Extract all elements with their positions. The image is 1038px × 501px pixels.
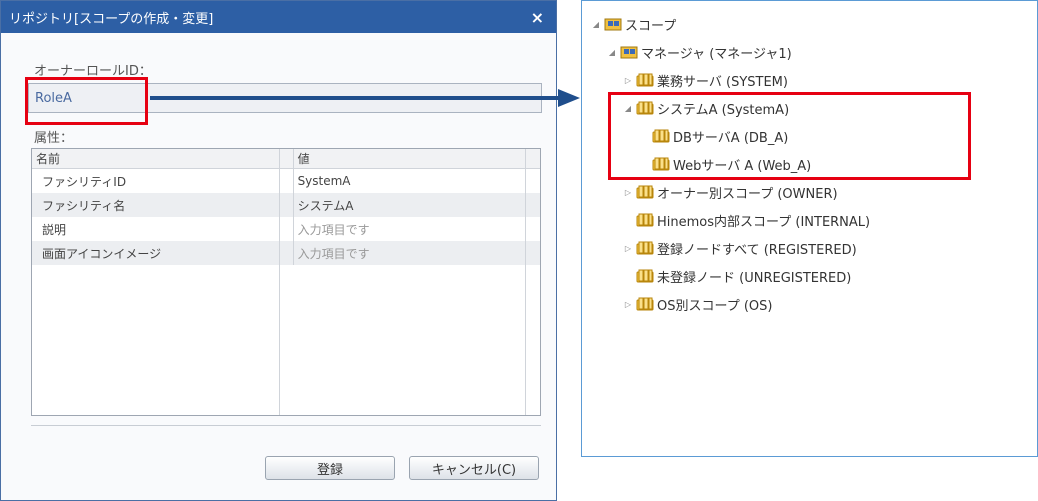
tree-node-label: オーナー別スコープ (OWNER): [657, 186, 838, 202]
row-value[interactable]: 入力項目です: [293, 217, 540, 241]
tree-node-label: 未登録ノード (UNREGISTERED): [657, 270, 852, 286]
row-value[interactable]: SystemA: [293, 169, 540, 194]
collapsed-toggle-icon[interactable]: ▷: [622, 300, 634, 309]
dialog-titlebar: リポジトリ[スコープの作成・変更] ×: [1, 1, 556, 33]
tree-node-label: OS別スコープ (OS): [657, 298, 773, 314]
row-value[interactable]: システムA: [293, 193, 540, 217]
tree-node-label: 登録ノードすべて (REGISTERED): [657, 242, 857, 258]
collapsed-toggle-icon[interactable]: ▷: [622, 76, 634, 85]
row-name: 説明: [32, 217, 294, 241]
row-name: ファシリティID: [32, 168, 294, 193]
scope-folder-icon: [634, 296, 657, 312]
scope-root-icon: [602, 16, 625, 32]
scope-folder-icon: [634, 212, 657, 228]
scope-folder-icon: [634, 268, 657, 284]
tree-node-label: マネージャ (マネージャ1): [641, 46, 792, 62]
scope-dialog: リポジトリ[スコープの作成・変更] × オーナーロールID： 属性： 名前 値 …: [0, 0, 557, 501]
scope-folder-icon: [634, 72, 657, 88]
manager-icon: [618, 44, 641, 60]
arrow-icon: [150, 89, 580, 107]
divider: [31, 425, 541, 426]
column-header-name[interactable]: 名前: [32, 149, 294, 169]
row-name: ファシリティ名: [32, 193, 294, 217]
collapsed-toggle-icon[interactable]: ▷: [622, 188, 634, 197]
table-row[interactable]: 説明 入力項目です: [32, 217, 540, 241]
expanded-toggle-icon[interactable]: ◢: [606, 48, 618, 57]
tree-node[interactable]: ▷ 業務サーバ (SYSTEM): [622, 70, 788, 90]
highlight-box-tree: [608, 92, 971, 180]
tree-node[interactable]: ▷ オーナー別スコープ (OWNER): [622, 182, 838, 202]
row-name: 画面アイコンイメージ: [32, 241, 294, 265]
expanded-toggle-icon[interactable]: ◢: [590, 20, 602, 29]
column-header-value[interactable]: 値: [293, 149, 540, 169]
tree-node-label: Hinemos内部スコープ (INTERNAL): [657, 214, 871, 230]
attribute-grid: 名前 値 ファシリティID SystemA ファシリティ名 システムA 説明 入…: [31, 148, 541, 416]
scope-folder-icon: [634, 240, 657, 256]
tree-node-label: 業務サーバ (SYSTEM): [657, 74, 788, 90]
tree-node[interactable]: ◢ スコープ: [590, 14, 676, 34]
tree-node[interactable]: ◢ マネージャ (マネージャ1): [606, 42, 792, 62]
dialog-title: リポジトリ[スコープの作成・変更]: [9, 11, 214, 27]
table-row[interactable]: ファシリティID SystemA: [32, 168, 540, 194]
collapsed-toggle-icon[interactable]: ▷: [622, 244, 634, 253]
table-row[interactable]: 画面アイコンイメージ 入力項目です: [32, 241, 540, 265]
highlight-box-role: [25, 77, 148, 125]
table-row[interactable]: ファシリティ名 システムA: [32, 193, 540, 217]
row-value[interactable]: 入力項目です: [293, 241, 540, 265]
attribute-label: 属性：: [34, 131, 74, 146]
tree-node[interactable]: ▷ 登録ノードすべて (REGISTERED): [622, 238, 857, 258]
tree-node-label: スコープ: [625, 18, 677, 34]
tree-node[interactable]: ▷未登録ノード (UNREGISTERED): [622, 266, 851, 286]
scope-folder-icon: [634, 184, 657, 200]
close-icon[interactable]: ×: [531, 8, 546, 27]
save-button[interactable]: 登録: [265, 456, 395, 480]
cancel-button[interactable]: キャンセル(C): [409, 456, 539, 480]
tree-node[interactable]: ▷ OS別スコープ (OS): [622, 294, 772, 314]
tree-node[interactable]: ▷Hinemos内部スコープ (INTERNAL): [622, 210, 870, 230]
